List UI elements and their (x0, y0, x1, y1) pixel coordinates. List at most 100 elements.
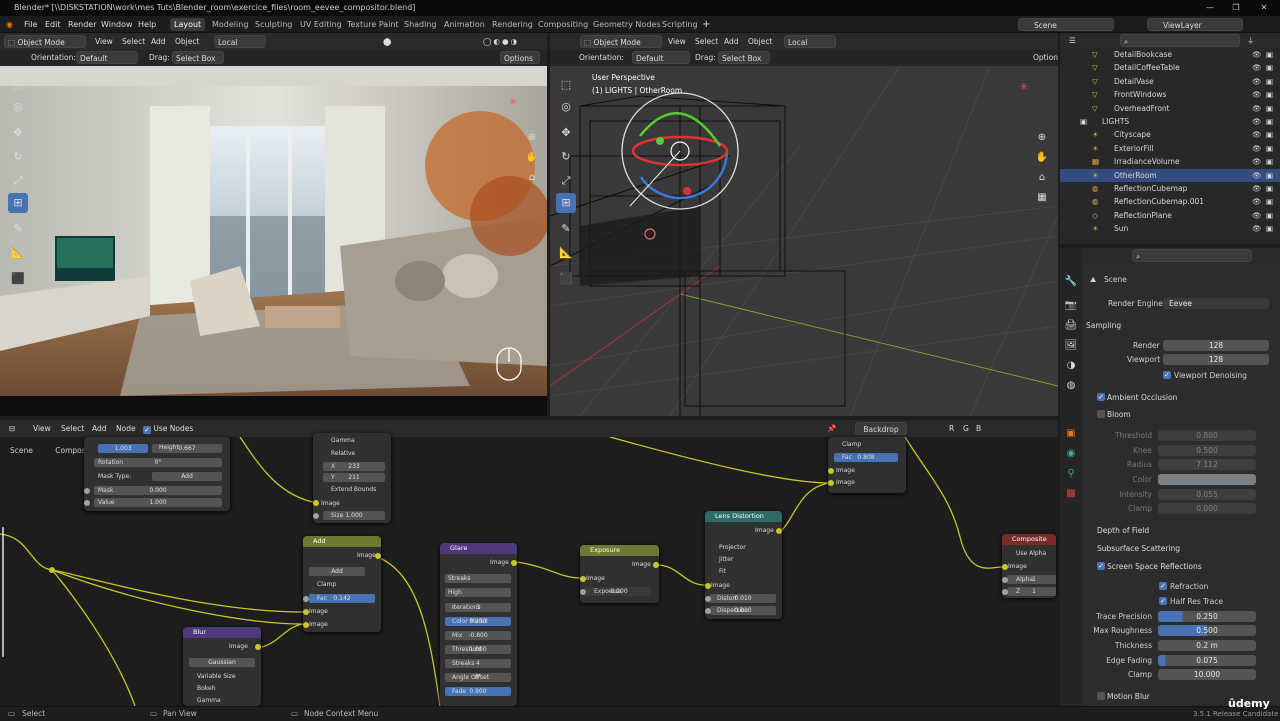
visibility-eye-icon[interactable]: 👁 (1252, 48, 1262, 61)
pin-icon[interactable]: 📌 (824, 422, 839, 435)
tab-layout[interactable]: Layout (170, 18, 206, 31)
select-box-tool[interactable]: ⬚ (8, 75, 28, 95)
lens-distortion-node-title[interactable]: Lens Distortion (705, 511, 782, 522)
viewport-denoising-checkbox[interactable]: ✓ (1163, 371, 1171, 379)
render-camera-icon[interactable]: ▣ (1266, 155, 1273, 168)
glare-out-socket[interactable] (511, 560, 517, 566)
constraints-tab-icon[interactable]: ⚲ (1063, 466, 1079, 482)
half-res-checkbox[interactable]: ✓ (1159, 597, 1167, 605)
tab-uv-editing[interactable]: UV Editing (296, 18, 346, 31)
visibility-eye-icon[interactable]: 👁 (1252, 155, 1262, 168)
cursor-tool[interactable]: ◎ (8, 97, 28, 117)
shading-modes-left[interactable]: ◯◐●◑ (480, 35, 522, 48)
sampling-panel-header[interactable]: Sampling (1086, 321, 1121, 330)
render-camera-icon[interactable]: ▣ (1266, 142, 1273, 155)
render-camera-icon[interactable]: ▣ (1266, 75, 1273, 88)
tool-tab-icon[interactable]: 🔧 (1063, 274, 1079, 290)
translate-node[interactable]: Gamma Relative 233 X 211 Y Extend Bounds Image 1… (313, 433, 391, 523)
filter-icon[interactable]: ⏚ (1244, 34, 1258, 47)
tab-compositing[interactable]: Compositing (534, 18, 592, 31)
tab-texture-paint[interactable]: Texture Paint (343, 18, 403, 31)
value-socket[interactable] (84, 500, 90, 506)
ambient-occlusion-checkbox[interactable]: ✓ (1097, 393, 1105, 401)
visibility-eye-icon[interactable]: 👁 (1252, 169, 1262, 182)
image1-socket[interactable] (828, 468, 834, 474)
outliner-item[interactable]: ▦ IrradianceVolume 👁 ▣ (1060, 155, 1280, 168)
visibility-eye-icon[interactable]: 👁 (1252, 209, 1262, 222)
visibility-eye-icon[interactable]: 👁 (1252, 128, 1262, 141)
tab-modeling[interactable]: Modeling (208, 18, 252, 31)
exposure-node[interactable]: Exposure Image Image -0.200 Exposure (580, 545, 659, 603)
render-camera-icon[interactable]: ▣ (1266, 48, 1273, 61)
mode-dropdown-right[interactable]: ⬚ Object Mode (580, 35, 662, 48)
options-dropdown-left[interactable]: Options (500, 51, 540, 64)
menu-help[interactable]: Help (138, 16, 156, 33)
transform-tool[interactable]: ⊞ (8, 193, 28, 213)
add-fac-socket[interactable] (303, 596, 309, 602)
refraction-checkbox[interactable]: ✓ (1159, 582, 1167, 590)
pan-hand-icon[interactable]: ✋ (524, 150, 540, 166)
use-nodes-toggle[interactable]: ✓ Use Nodes (140, 422, 196, 435)
drag-dropdown-left[interactable]: Select Box (172, 51, 224, 64)
tab-scripting[interactable]: Scripting (658, 18, 702, 31)
transform-tool-right[interactable]: ⊞ (556, 193, 576, 213)
ssr-panel[interactable]: Screen Space Reflections (1107, 562, 1202, 571)
exposure-node-title[interactable]: Exposure (580, 545, 659, 556)
bloom-knee-field[interactable]: 0.500 (1158, 445, 1256, 456)
render-camera-icon[interactable]: ▣ (1266, 169, 1273, 182)
render-camera-icon[interactable]: ▣ (1266, 61, 1273, 74)
zoom-icon[interactable]: ⊕ (524, 130, 540, 146)
visibility-eye-icon[interactable]: 👁 (1252, 75, 1262, 88)
maximize-icon[interactable]: ❐ (1226, 0, 1246, 16)
tab-shading[interactable]: Shading (400, 18, 441, 31)
glare-quality-dropdown[interactable]: High (445, 588, 511, 597)
glare-node-title[interactable]: Glare (440, 543, 517, 554)
minimize-icon[interactable]: — (1200, 0, 1220, 16)
add-cube-tool[interactable]: ⬛ (8, 269, 28, 289)
add-image2-socket[interactable] (303, 622, 309, 628)
outliner-item[interactable]: ☀ Cityscape 👁 ▣ (1060, 128, 1280, 141)
outliner-search-input[interactable]: ⌕ (1120, 34, 1240, 47)
composite-alpha-socket[interactable] (1002, 577, 1008, 583)
lens-distort-socket[interactable] (705, 596, 711, 602)
menu-window[interactable]: Window (101, 16, 133, 33)
menu-file[interactable]: File (24, 16, 37, 33)
view-layer-tab-icon[interactable]: 🖼 (1063, 338, 1079, 354)
lens-distortion-node[interactable]: Lens Distortion Image Projector Jitter Fit Im… (705, 511, 782, 619)
reroute-node[interactable] (49, 567, 55, 573)
motion-blur-panel[interactable]: Motion Blur (1107, 692, 1150, 701)
menu-view-left[interactable]: View (92, 35, 116, 48)
texture-tab-icon[interactable]: ▩ (1063, 486, 1079, 502)
ambient-occlusion-panel[interactable]: Ambient Occlusion (1107, 393, 1177, 402)
move-tool-right[interactable]: ✥ (556, 123, 576, 143)
mask-socket[interactable] (84, 488, 90, 494)
motion-blur-checkbox[interactable] (1097, 692, 1105, 700)
menu-render[interactable]: Render (68, 16, 96, 33)
render-camera-icon[interactable]: ▣ (1266, 182, 1273, 195)
outliner-item[interactable]: ▽ DetailBookcase 👁 ▣ (1060, 48, 1280, 61)
scene-selector[interactable]: Scene (1018, 18, 1114, 31)
zoom-icon-right[interactable]: ⊕ (1034, 130, 1050, 146)
menu-add-left[interactable]: Add (148, 35, 169, 48)
lens-out-socket[interactable] (776, 528, 782, 534)
blur-node-title[interactable]: Blur (183, 627, 261, 638)
tab-sculpting[interactable]: Sculpting (251, 18, 296, 31)
cursor-tool-right[interactable]: ◎ (556, 97, 576, 117)
ssr-checkbox[interactable]: ✓ (1097, 562, 1105, 570)
visibility-eye-icon[interactable]: 👁 (1252, 61, 1262, 74)
node-menu-select[interactable]: Select (58, 422, 87, 435)
gizmo-axis-icon[interactable]: ✳ (505, 95, 521, 111)
glare-type-dropdown[interactable]: Streaks (445, 574, 511, 583)
add-node-title[interactable]: Add (303, 536, 381, 547)
subsurface-scattering-panel[interactable]: Subsurface Scattering (1097, 544, 1180, 553)
output-tab-icon[interactable]: 🖨 (1063, 318, 1079, 334)
wireframe-viewport[interactable]: User Perspective (1) LIGHTS | OtherRoom (550, 66, 1058, 416)
scene-tab-icon[interactable]: ◑ (1063, 358, 1079, 374)
channel-b[interactable]: B (973, 422, 984, 435)
menu-view-right[interactable]: View (665, 35, 689, 48)
exposure-out-socket[interactable] (653, 562, 659, 568)
image2-socket[interactable] (828, 480, 834, 486)
lens-image-socket[interactable] (705, 583, 711, 589)
world-tab-icon[interactable]: ◍ (1063, 378, 1079, 394)
size-socket[interactable] (313, 513, 319, 519)
